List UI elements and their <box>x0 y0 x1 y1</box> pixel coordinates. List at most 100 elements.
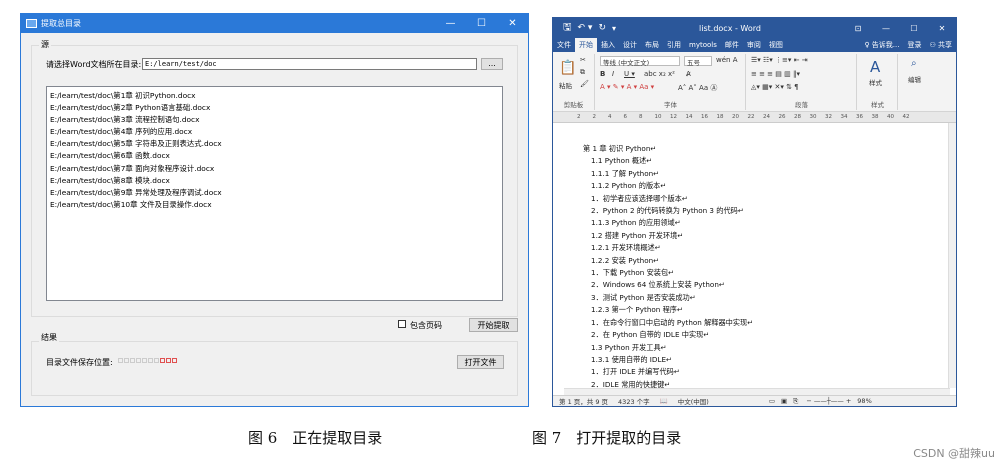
word-minimize-button[interactable]: — <box>872 24 900 33</box>
zoom-level[interactable]: 98% <box>857 397 871 405</box>
maximize-button[interactable]: ☐ <box>466 18 497 29</box>
proofing-icon[interactable]: 📖 <box>660 397 668 405</box>
list-icons[interactable]: ☰▾ ☷▾ ⋮≡▾ ⇤ ⇥ <box>751 56 808 64</box>
file-list-item[interactable]: E:/learn/test/doc\第4章 序列的应用.docx <box>50 126 499 138</box>
word-window: 🖫 ↶ ▾ ↻ ▾ list.docx - Word ⊡ — ☐ ✕ 文件 开始插… <box>552 17 957 407</box>
file-list-item[interactable]: E:/learn/test/doc\第8章 模块.docx <box>50 175 499 187</box>
underline-icon[interactable]: U ▾ <box>624 70 635 78</box>
vertical-scrollbar[interactable] <box>948 123 956 388</box>
page-count[interactable]: 第 1 页，共 9 页 <box>559 396 608 406</box>
file-list-item[interactable]: E:/learn/test/doc\第3章 流程控制语句.docx <box>50 114 499 126</box>
include-page-checkbox[interactable] <box>398 320 406 328</box>
file-list-item[interactable]: E:/learn/test/doc\第10章 文件及目录操作.docx <box>50 199 499 211</box>
file-list-item[interactable]: E:/learn/test/doc\第9章 异常处理及程序调试.docx <box>50 187 499 199</box>
qat-save-icon[interactable]: 🖫 <box>563 20 572 37</box>
format-painter-icon[interactable]: 🖌 <box>580 80 589 88</box>
document-line[interactable]: 1.2.3 第一个 Python 程序↵ <box>591 304 753 316</box>
ruler-tick: 6 <box>623 114 628 120</box>
document-line[interactable]: 2．IDLE 常用的快捷键↵ <box>591 379 753 388</box>
italic-icon[interactable]: I <box>612 70 614 78</box>
tab-5[interactable]: 引用 <box>663 38 685 52</box>
word-count[interactable]: 4323 个字 <box>618 396 650 406</box>
text-effect-icon[interactable]: A ▾ ✎ ▾ A ▾ Aa ▾ <box>600 83 654 91</box>
tab-1[interactable]: 开始 <box>575 38 597 52</box>
document-line[interactable]: 2．Windows 64 位系统上安装 Python↵ <box>591 279 753 291</box>
start-extract-button[interactable]: 开始提取 <box>469 318 518 332</box>
document-line[interactable]: 1.2 搭建 Python 开发环境↵ <box>591 230 753 242</box>
ribbon-options-icon[interactable]: ⊡ <box>844 24 872 33</box>
paragraph-label: 段落 <box>795 101 808 109</box>
file-list-item[interactable]: E:/learn/test/doc\第5章 字符串及正则表达式.docx <box>50 138 499 150</box>
file-list-item[interactable]: E:/learn/test/doc\第1章 初识Python.docx <box>50 90 499 102</box>
find-icon[interactable]: ⌕ <box>911 58 917 69</box>
tab-11[interactable]: 登录 <box>903 38 925 52</box>
styles-icon[interactable]: A <box>870 58 880 76</box>
document-line[interactable]: 1．下载 Python 安装包↵ <box>591 267 753 279</box>
close-button[interactable]: ✕ <box>497 18 528 29</box>
document-line[interactable]: 1．打开 IDLE 并编写代码↵ <box>591 366 753 378</box>
document-line[interactable]: 2．在 Python 自带的 IDLE 中实现↵ <box>591 329 753 341</box>
read-mode-icon[interactable]: ▭ <box>769 397 775 405</box>
horizontal-ruler[interactable]: 2 2 4 6 8 10 12 14 16 18 20 22 24 26 28 30 32 34 36 38 40 42 <box>553 112 956 123</box>
document-line[interactable]: 1．在命令行窗口中启动的 Python 解释器中实现↵ <box>591 317 753 329</box>
bold-icon[interactable]: B <box>600 70 605 78</box>
language[interactable]: 中文(中国) <box>678 396 709 406</box>
align-icons[interactable]: ≡ ≡ ≡ ▤ ▥ ‖▾ <box>751 70 800 78</box>
tab-4[interactable]: 布局 <box>641 38 663 52</box>
font-name-select[interactable]: 等线 (中文正文) <box>600 56 680 67</box>
minimize-button[interactable]: — <box>435 18 466 29</box>
print-layout-icon[interactable]: ▣ <box>781 397 787 405</box>
dir-input[interactable]: E:/learn/test/doc <box>142 58 477 70</box>
document-line[interactable]: 1.1.3 Python 的应用领域↵ <box>591 217 753 229</box>
document-line[interactable]: 1.2.2 安装 Python↵ <box>591 255 753 267</box>
zoom-slider[interactable]: − ——┼—— + <box>806 397 851 405</box>
web-layout-icon[interactable]: ⎘ <box>793 397 798 406</box>
paste-icon[interactable]: 📋 <box>559 60 576 76</box>
ruler-tick: 22 <box>747 114 755 120</box>
document-line[interactable]: 1.1.2 Python 的版本↵ <box>591 180 753 192</box>
document-line[interactable]: 3．测试 Python 是否安装成功↵ <box>591 292 753 304</box>
ruler-tick: 42 <box>902 114 910 120</box>
tab-8[interactable]: 审阅 <box>743 38 765 52</box>
grow-shrink-font-icon[interactable]: A˄ A˅ Aa Ⓐ <box>678 83 717 93</box>
file-list-item[interactable]: E:/learn/test/doc\第2章 Python语言基础.docx <box>50 102 499 114</box>
copy-icon[interactable]: ⧉ <box>580 68 585 77</box>
file-list[interactable]: E:/learn/test/doc\第1章 初识Python.docx E:/le… <box>46 86 503 301</box>
edit-label: 编辑 <box>908 76 921 84</box>
tab-9[interactable]: 视图 <box>765 38 787 52</box>
window-title: 提取总目录 <box>41 19 81 28</box>
caption-fig7: 图 7 打开提取的目录 <box>532 429 682 447</box>
strike-sub-sup-icon[interactable]: abc x₂ x² <box>644 70 675 78</box>
phonetic-icon[interactable]: wén A <box>716 56 737 64</box>
clear-format-icon[interactable]: A̷ <box>686 70 691 78</box>
shading-border-icons[interactable]: ◬▾ ▦▾ ✕▾ ⇅ ¶ <box>751 83 799 91</box>
tab-3[interactable]: 设计 <box>619 38 641 52</box>
ruler-tick: 30 <box>809 114 817 120</box>
tab-12[interactable]: ⚇ 共享 <box>925 38 956 52</box>
tab-2[interactable]: 插入 <box>597 38 619 52</box>
font-size-select[interactable]: 五号 <box>684 56 712 67</box>
document-line[interactable]: 1.1 Python 概述↵ <box>591 155 753 167</box>
file-list-item[interactable]: E:/learn/test/doc\第6章 函数.docx <box>50 150 499 162</box>
document-area[interactable]: 第 1 章 初识 Python↵ 1.1 Python 概述↵ 1.1.1 了解 P… <box>553 123 950 388</box>
document-line[interactable]: 1.3.1 使用自带的 IDLE↵ <box>591 354 753 366</box>
tab-0[interactable]: 文件 <box>553 38 575 52</box>
word-close-button[interactable]: ✕ <box>928 24 956 33</box>
document-line[interactable]: 1.1.1 了解 Python↵ <box>591 168 753 180</box>
browse-button[interactable]: ... <box>481 58 503 70</box>
open-file-button[interactable]: 打开文件 <box>457 355 504 369</box>
redo-icon[interactable]: ↻ <box>598 23 606 33</box>
ruler-tick: 28 <box>794 114 801 120</box>
document-line[interactable]: 1.3 Python 开发工具↵ <box>591 342 753 354</box>
document-line[interactable]: 1.2.1 开发环境概述↵ <box>591 242 753 254</box>
cut-icon[interactable]: ✂ <box>580 56 586 64</box>
tab-10[interactable]: ♀ 告诉我... <box>860 38 903 52</box>
tab-7[interactable]: 邮件 <box>721 38 743 52</box>
file-list-item[interactable]: E:/learn/test/doc\第7章 面向对象程序设计.docx <box>50 163 499 175</box>
word-maximize-button[interactable]: ☐ <box>900 24 928 33</box>
tab-6[interactable]: mytools <box>685 38 721 52</box>
undo-icon[interactable]: ↶ ▾ <box>578 23 593 33</box>
document-line[interactable]: 2．Python 2 的代码转换为 Python 3 的代码↵ <box>591 205 753 217</box>
document-line[interactable]: 1．初学者应该选择哪个版本↵ <box>591 193 753 205</box>
document-line[interactable]: 第 1 章 初识 Python↵ <box>583 143 753 155</box>
